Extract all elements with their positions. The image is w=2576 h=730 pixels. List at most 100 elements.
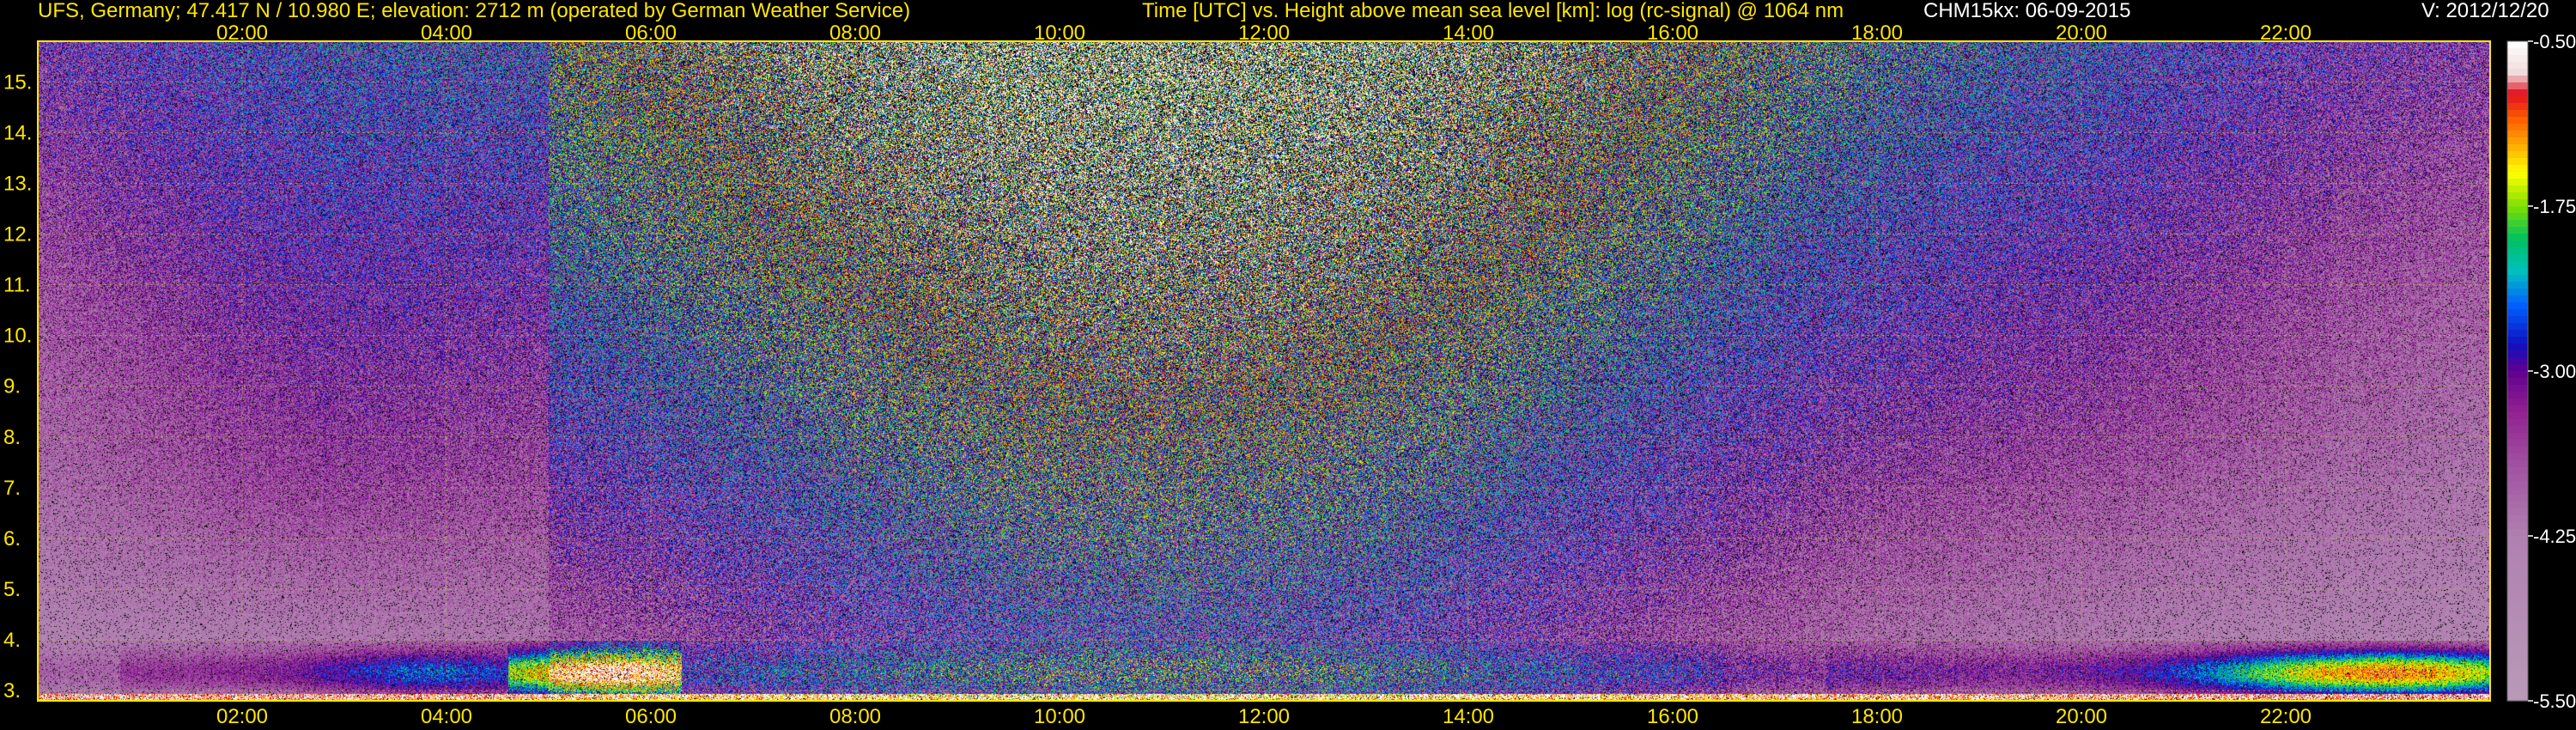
colorbar-band	[2507, 69, 2528, 76]
ceilometer-chart: UFS, Germany; 47.417 N / 10.980 E; eleva…	[0, 0, 2576, 730]
colorbar-band	[2507, 467, 2528, 475]
colorbar-band	[2507, 220, 2528, 228]
colorbar-band	[2507, 618, 2528, 626]
colorbar-band	[2507, 41, 2528, 49]
y-tick-label: 6.	[3, 527, 21, 551]
colorbar-band	[2507, 323, 2528, 331]
x-tick-label-top: 22:00	[2260, 21, 2312, 45]
colorbar-band	[2507, 213, 2528, 221]
colorbar-band	[2507, 89, 2528, 97]
colorbar-band	[2507, 82, 2528, 90]
instrument-date: CHM15kx: 06-09-2015	[1923, 0, 2130, 22]
y-tick-label: 7.	[3, 477, 21, 500]
colorbar-band	[2507, 55, 2528, 63]
colorbar-band	[2507, 653, 2528, 660]
colorbar-band	[2507, 591, 2528, 599]
colorbar-band	[2507, 598, 2528, 605]
colorbar-band	[2507, 179, 2528, 186]
colorbar-band	[2507, 206, 2528, 214]
colorbar-label: -4.25	[2533, 526, 2576, 547]
x-tick-label-top: 04:00	[421, 21, 472, 45]
x-tick-label-top: 12:00	[1238, 21, 1290, 45]
colorbar-band	[2507, 172, 2528, 179]
x-tick-label-top: 08:00	[829, 21, 881, 45]
colorbar-band	[2507, 639, 2528, 647]
colorbar-band	[2507, 632, 2528, 640]
colorbar-band	[2507, 453, 2528, 461]
colorbar-band	[2507, 357, 2528, 365]
colorbar-band	[2507, 577, 2528, 585]
colorbar-band	[2507, 316, 2528, 324]
colorbar-band	[2507, 481, 2528, 489]
x-tick-label-bottom: 16:00	[1647, 705, 1698, 728]
colorbar-label: -1.75	[2533, 196, 2576, 217]
colorbar-band	[2507, 254, 2528, 262]
colorbar-band	[2507, 625, 2528, 633]
y-tick-label: 12.	[3, 222, 32, 246]
x-tick-label-top: 10:00	[1034, 21, 1085, 45]
colorbar-band	[2507, 151, 2528, 159]
colorbar-band	[2507, 385, 2528, 392]
y-tick-label: 4.	[3, 629, 21, 652]
colorbar-band	[2507, 302, 2528, 310]
colorbar-band	[2507, 227, 2528, 234]
colorbar-band	[2507, 117, 2528, 125]
colorbar-band	[2507, 611, 2528, 619]
colorbar-band	[2507, 646, 2528, 654]
colorbar-band	[2507, 673, 2528, 681]
colorbar-band	[2507, 488, 2528, 496]
colorbar-band	[2507, 240, 2528, 248]
colorbar-band	[2507, 364, 2528, 372]
y-tick-label: 5.	[3, 578, 21, 601]
x-tick-label-bottom: 20:00	[2056, 705, 2107, 728]
colorbar-band	[2507, 570, 2528, 578]
colorbar-band	[2507, 268, 2528, 276]
colorbar-band	[2507, 344, 2528, 351]
colorbar-band	[2507, 522, 2528, 530]
colorbar-band	[2507, 447, 2528, 454]
x-tick-label-top: 16:00	[1647, 21, 1698, 45]
colorbar-band	[2507, 680, 2528, 688]
colorbar-band	[2507, 543, 2528, 551]
colorbar-band	[2507, 605, 2528, 612]
colorbar-band	[2507, 158, 2528, 166]
y-tick-label: 14.	[3, 121, 32, 144]
x-tick-label-bottom: 18:00	[1851, 705, 1903, 728]
colorbar-band	[2507, 124, 2528, 131]
y-tick-label: 9.	[3, 375, 21, 398]
version-label: V: 2012/12/20	[2421, 0, 2549, 22]
colorbar-band	[2507, 495, 2528, 502]
colorbar-band	[2507, 529, 2528, 537]
x-tick-label-bottom: 08:00	[829, 705, 881, 728]
x-tick-label-top: 06:00	[625, 21, 677, 45]
colorbar-band	[2507, 419, 2528, 427]
y-tick-label: 8.	[3, 426, 21, 449]
colorbar-band	[2507, 412, 2528, 420]
colorbar-band	[2507, 563, 2528, 571]
x-tick-label-bottom: 10:00	[1034, 705, 1085, 728]
colorbar-band	[2507, 508, 2528, 516]
colorbar-band	[2507, 289, 2528, 296]
colorbar-band	[2507, 350, 2528, 358]
colorbar-band	[2507, 460, 2528, 468]
colorbar-band	[2507, 584, 2528, 592]
colorbar-band	[2507, 330, 2528, 338]
colorbar-band	[2507, 62, 2528, 70]
x-tick-label-top: 02:00	[216, 21, 268, 45]
colorbar-label: -3.00	[2533, 361, 2576, 382]
colorbar-band	[2507, 110, 2528, 118]
colorbar-band	[2507, 502, 2528, 509]
y-tick-label: 13.	[3, 172, 32, 195]
colorbar-band	[2507, 96, 2528, 104]
chart-description: Time [UTC] vs. Height above mean sea lev…	[1142, 0, 1844, 22]
colorbar-band	[2507, 192, 2528, 200]
colorbar-band	[2507, 186, 2528, 193]
colorbar-band	[2507, 660, 2528, 667]
x-tick-label-bottom: 12:00	[1238, 705, 1290, 728]
y-tick-label: 3.	[3, 679, 21, 703]
colorbar-band	[2507, 392, 2528, 399]
colorbar-band	[2507, 550, 2528, 557]
y-tick-label: 11.	[3, 274, 31, 297]
colorbar-band	[2507, 282, 2528, 289]
colorbar-band	[2507, 694, 2528, 702]
